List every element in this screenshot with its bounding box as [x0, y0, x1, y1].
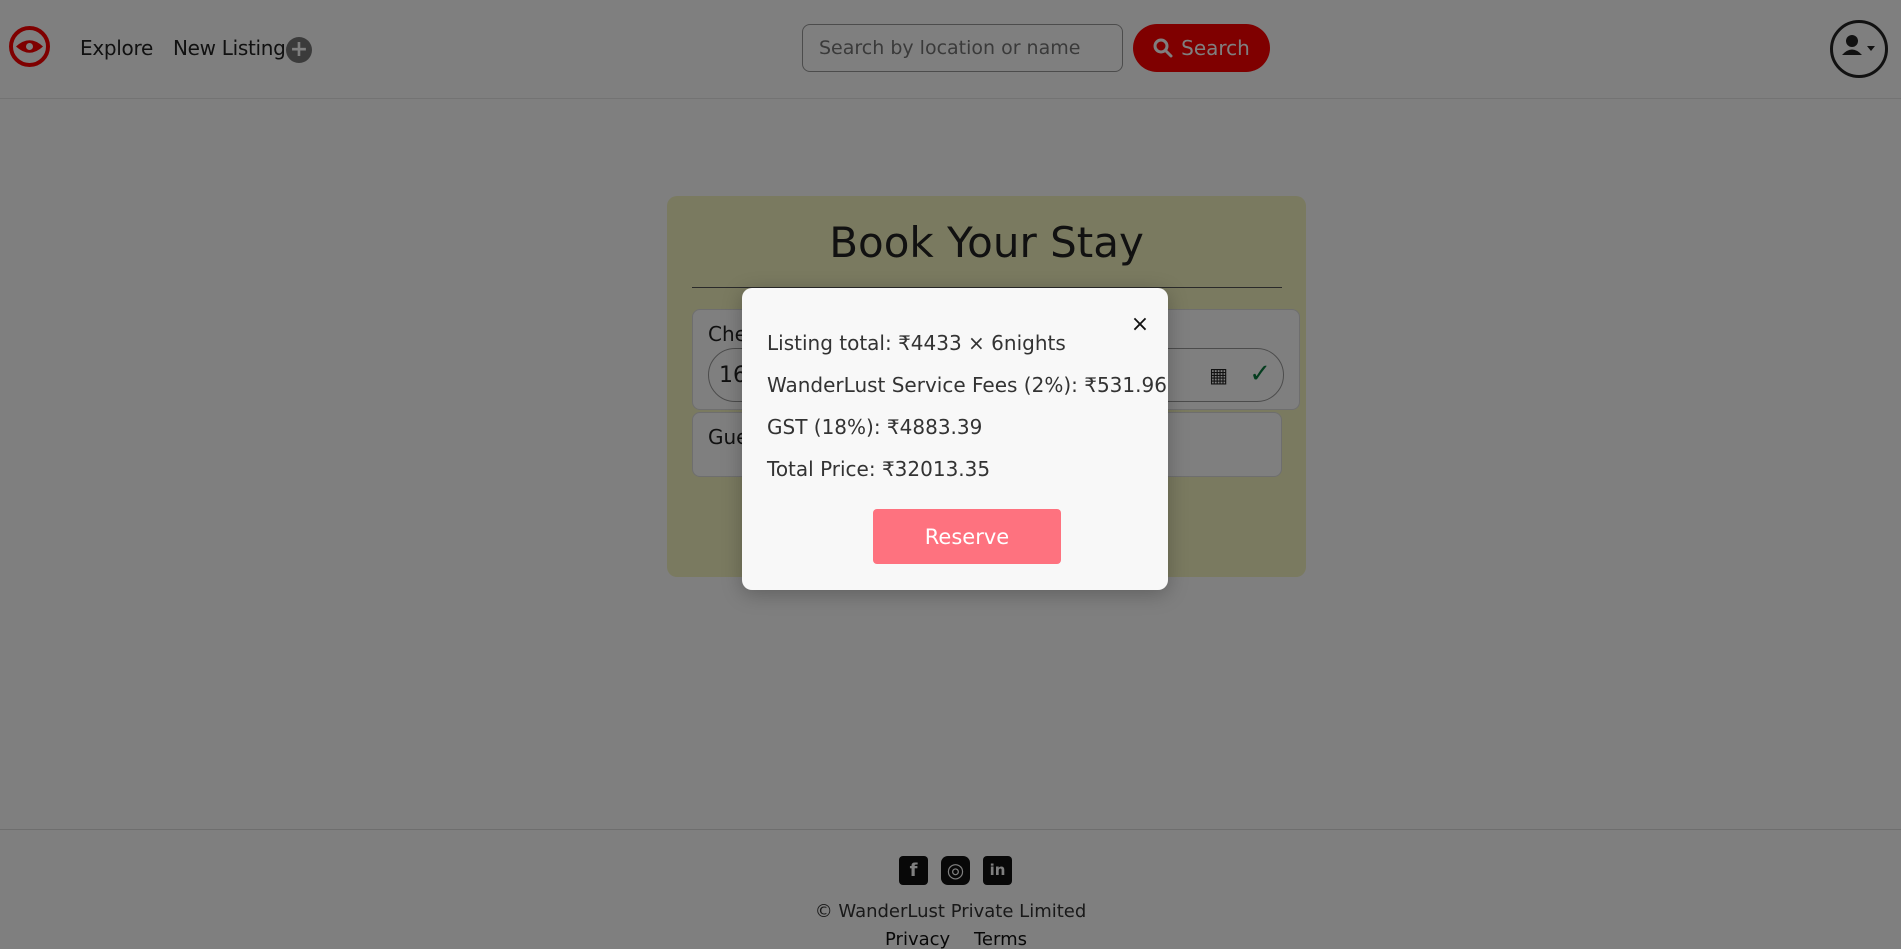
gst-text: GST (18%): ₹4883.39	[767, 415, 983, 439]
reserve-button[interactable]: Reserve	[873, 509, 1061, 564]
total-price-text: Total Price: ₹32013.35	[767, 457, 991, 481]
price-breakdown-modal: × Listing total: ₹4433 × 6nights WanderL…	[742, 288, 1168, 590]
service-fees-text: WanderLust Service Fees (2%): ₹531.96	[767, 373, 1167, 397]
listing-total-text: Listing total: ₹4433 × 6nights	[767, 331, 1066, 355]
close-icon[interactable]: ×	[1130, 314, 1150, 336]
